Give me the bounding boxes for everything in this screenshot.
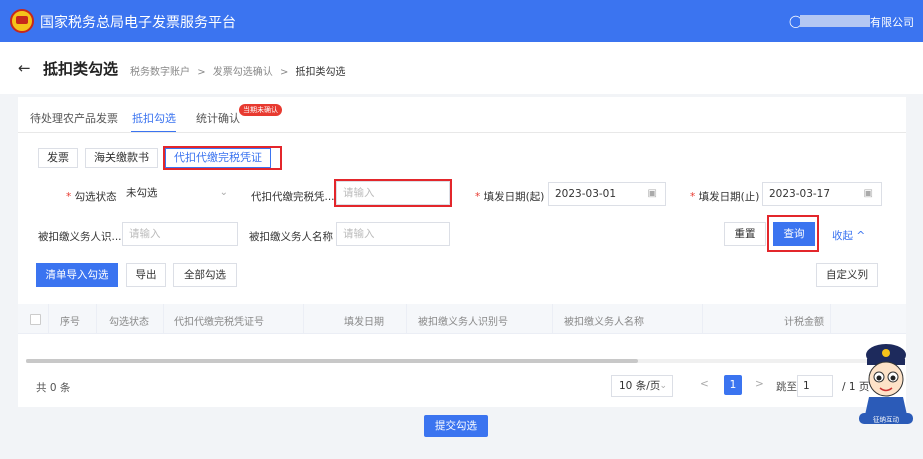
jump-page-input[interactable]: 1 [797, 375, 833, 397]
custom-columns-button[interactable]: 自定义列 [816, 263, 878, 287]
date-from-label: * 填发日期(起) [475, 191, 545, 203]
chevron-down-icon: ⌄ [219, 187, 228, 198]
breadcrumb-item-current: 抵扣类勾选 [295, 67, 346, 78]
page-current[interactable]: 1 [724, 375, 742, 395]
import-check-button[interactable]: 清单导入勾选 [36, 263, 118, 287]
withholdee-id-label: 被扣缴义务人识... [38, 231, 122, 243]
column-divider [48, 304, 49, 334]
next-page-icon[interactable]: > [755, 378, 764, 390]
table-header: 序号 勾选状态 代扣代缴完税凭证号 填发日期 被扣缴义务人识别号 被扣缴义务人名… [18, 304, 906, 334]
collapse-toggle[interactable]: 收起 ^ [832, 228, 865, 243]
withholdee-name-input[interactable]: 请输入 [336, 222, 450, 246]
tab-agri-invoices[interactable]: 待处理农产品发票 [30, 110, 118, 126]
select-all-checkbox[interactable] [30, 314, 41, 325]
date-from-picker[interactable]: 2023-03-01 ▣ [548, 182, 666, 206]
main-panel: 待处理农产品发票 抵扣勾选 统计确认 当期未确认 发票 海关缴款书 代扣代缴完税… [18, 97, 906, 407]
withholdee-name-label: 被扣缴义务人名称 [249, 231, 333, 243]
calendar-icon: ▣ [647, 188, 657, 199]
app-title: 国家税务总局电子发票服务平台 [40, 15, 236, 31]
highlight-box-query [767, 215, 819, 252]
status-badge: 当期未确认 [239, 104, 282, 116]
chevron-up-icon: ^ [856, 230, 866, 242]
column-divider [552, 304, 553, 334]
column-divider [406, 304, 407, 334]
top-bar: 国家税务总局电子发票服务平台 ◯ 有限公司 [0, 0, 923, 42]
column-divider [830, 304, 831, 334]
breadcrumb-item-confirm[interactable]: 发票勾选确认 [213, 67, 273, 78]
redacted-company-name [800, 15, 870, 27]
page-header: ← 抵扣类勾选 税务数字账户 > 发票勾选确认 > 抵扣类勾选 [0, 42, 923, 94]
prev-page-icon[interactable]: < [700, 378, 709, 390]
column-divider [163, 304, 164, 334]
assistant-label: 征纳互动 [873, 415, 900, 424]
jump-label: 跳至 [776, 381, 797, 393]
col-issue-date: 填发日期 [344, 317, 384, 328]
subtab-invoice[interactable]: 发票 [38, 148, 78, 168]
tax-emblem-logo [10, 9, 34, 33]
tabs-divider [18, 132, 906, 133]
calendar-icon: ▣ [863, 188, 873, 199]
submit-check-button[interactable]: 提交勾选 [424, 415, 488, 437]
assistant-mascot[interactable]: 征纳互动 [855, 337, 917, 427]
voucher-no-label: 代扣代缴完税凭... [251, 191, 335, 203]
col-tax-amount: 计税金额 [784, 317, 824, 328]
breadcrumb-separator: > [279, 67, 289, 78]
col-voucher-no: 代扣代缴完税凭证号 [174, 317, 264, 328]
highlight-box-voucher [334, 179, 452, 207]
column-divider [702, 304, 703, 334]
page-title: 抵扣类勾选 [43, 60, 119, 78]
company-name-suffix[interactable]: 有限公司 [870, 14, 914, 30]
date-to-label: * 填发日期(止) [690, 191, 760, 203]
breadcrumb-separator: > [197, 67, 206, 78]
highlight-box-subtab [163, 146, 282, 170]
withholdee-id-input[interactable]: 请输入 [122, 222, 238, 246]
total-count: 共 0 条 [36, 382, 71, 394]
tab-deduction-check[interactable]: 抵扣勾选 [132, 110, 176, 126]
export-button[interactable]: 导出 [126, 263, 166, 287]
check-status-select[interactable]: 未勾选 ⌄ [120, 182, 236, 206]
date-to-picker[interactable]: 2023-03-17 ▣ [762, 182, 882, 206]
breadcrumb-item-account[interactable]: 税务数字账户 [130, 67, 190, 78]
check-status-label: * 勾选状态 [66, 191, 117, 203]
column-divider [303, 304, 304, 334]
col-withholdee-name: 被扣缴义务人名称 [564, 317, 644, 328]
select-all-button[interactable]: 全部勾选 [173, 263, 237, 287]
col-check-status: 勾选状态 [109, 317, 149, 328]
subtab-customs[interactable]: 海关缴款书 [85, 148, 158, 168]
chevron-down-icon: ⌄ [659, 381, 667, 391]
breadcrumb: 税务数字账户 > 发票勾选确认 > 抵扣类勾选 [130, 63, 346, 78]
reset-button[interactable]: 重置 [724, 222, 766, 246]
column-divider [96, 304, 97, 334]
tab-stat-confirm[interactable]: 统计确认 [196, 110, 240, 126]
scrollbar-thumb[interactable] [26, 359, 638, 363]
col-withholdee-id: 被扣缴义务人识别号 [418, 317, 508, 328]
back-arrow-icon[interactable]: ← [18, 59, 31, 77]
col-index: 序号 [60, 317, 80, 328]
page-size-select[interactable]: 10 条/页 ⌄ [611, 375, 673, 397]
